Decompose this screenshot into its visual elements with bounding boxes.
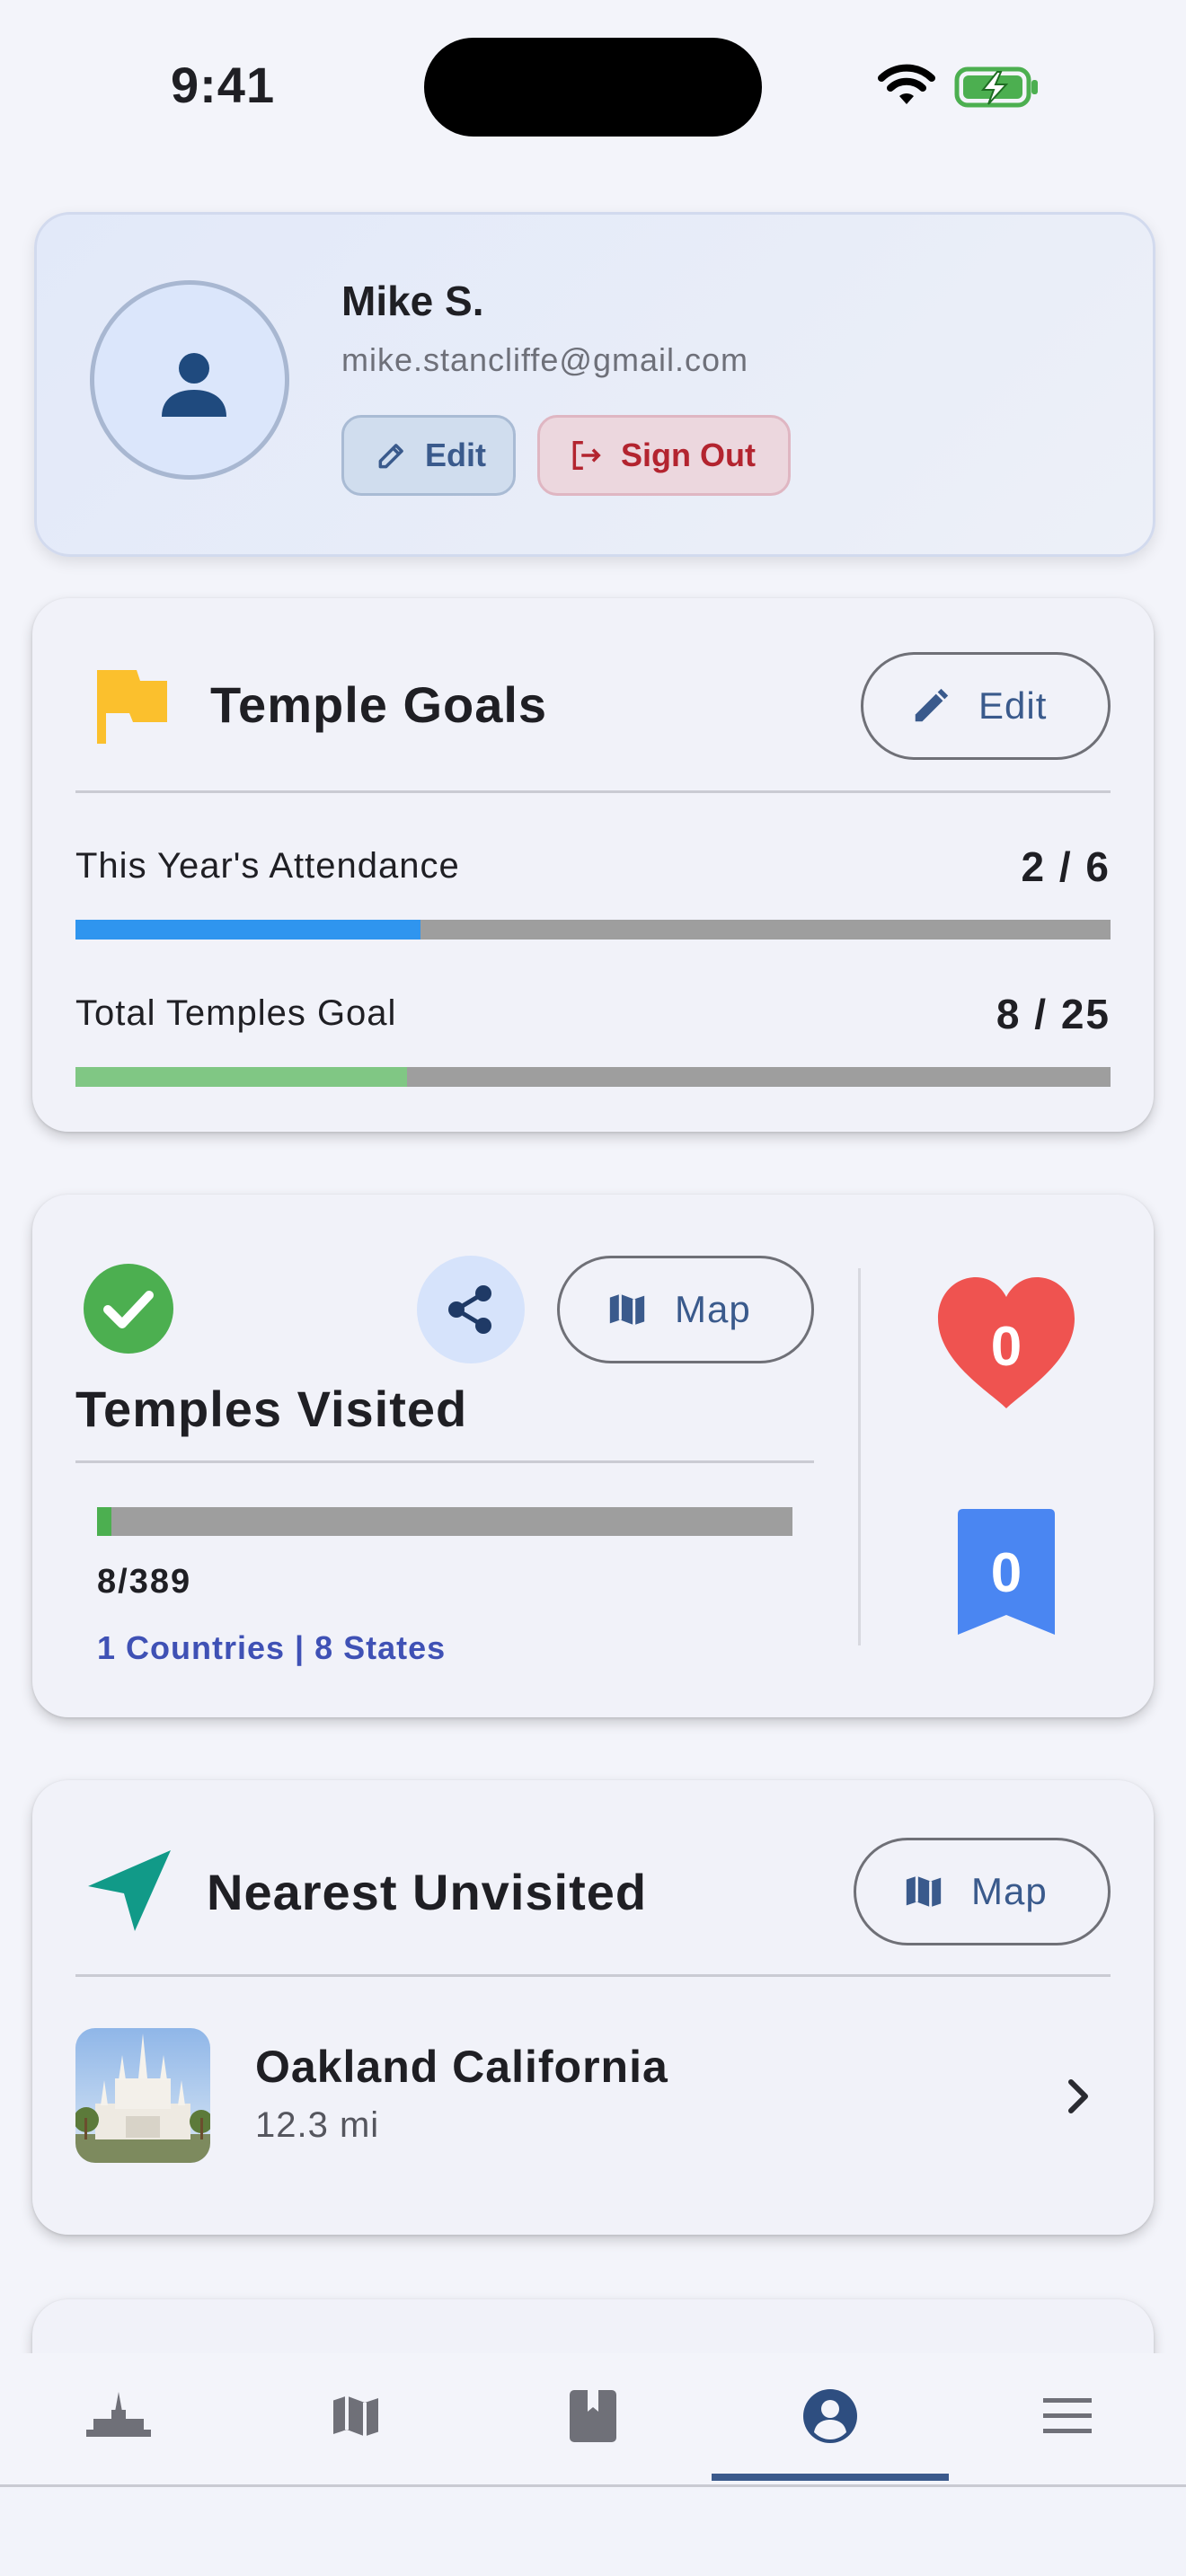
pencil-icon [378, 444, 403, 469]
visited-count: 8/389 [97, 1563, 192, 1601]
sign-out-label: Sign Out [621, 437, 756, 473]
battery-icon [954, 65, 1040, 114]
user-name: Mike S. [341, 278, 484, 324]
temple-goals-title: Temple Goals [210, 676, 548, 733]
nav-profile-tab[interactable] [712, 2371, 949, 2461]
journal-icon [570, 2390, 616, 2442]
share-button[interactable] [417, 1256, 525, 1363]
bookmark-icon[interactable]: 0 [958, 1509, 1055, 1635]
total-goal-value: 8 / 25 [996, 991, 1111, 1037]
edit-goals-button[interactable]: Edit [861, 652, 1111, 760]
total-goal-progress-fill [75, 1067, 407, 1087]
temple-thumbnail[interactable] [75, 2028, 210, 2163]
visited-progress-fill [97, 1507, 111, 1536]
attendance-progress-fill [75, 920, 420, 940]
avatar[interactable] [90, 280, 289, 480]
nearest-temple-name[interactable]: Oakland California [255, 2041, 668, 2093]
visited-map-label: Map [675, 1288, 751, 1330]
attendance-value: 2 / 6 [1021, 843, 1111, 890]
favorites-heart-icon[interactable]: 0 [936, 1275, 1076, 1410]
profile-icon [803, 2389, 857, 2443]
visited-progress-bar [97, 1507, 792, 1536]
user-email: mike.stancliffe@gmail.com [341, 341, 749, 378]
pencil-icon [915, 688, 949, 722]
sign-out-button[interactable]: Sign Out [537, 415, 791, 496]
map-icon [906, 1875, 942, 1908]
divider [75, 1974, 1111, 1977]
nearest-map-button[interactable]: Map [854, 1838, 1111, 1945]
attendance-label: This Year's Attendance [75, 846, 460, 886]
nearest-temple-distance: 12.3 mi [255, 2105, 380, 2145]
nearest-map-label: Map [971, 1870, 1048, 1912]
nav-map-tab[interactable] [237, 2371, 474, 2461]
nav-menu-tab[interactable] [949, 2371, 1186, 2461]
map-icon [609, 1293, 645, 1326]
visited-map-button[interactable]: Map [557, 1256, 814, 1363]
nav-temples-tab[interactable] [0, 2371, 237, 2461]
bookmarks-count: 0 [990, 1542, 1022, 1604]
share-icon [448, 1285, 491, 1334]
dynamic-island [424, 38, 762, 137]
nav-journal-tab[interactable] [474, 2371, 712, 2461]
divider [75, 790, 1111, 793]
chevron-right-icon[interactable] [1060, 2075, 1096, 2122]
home-indicator-area [0, 2487, 1186, 2576]
visited-locations-summary: 1 Countries | 8 States [97, 1629, 447, 1666]
edit-profile-button[interactable]: Edit [341, 415, 516, 496]
divider [75, 1460, 814, 1463]
edit-profile-label: Edit [425, 437, 486, 473]
total-goal-progress-bar [75, 1067, 1111, 1087]
edit-goals-label: Edit [978, 684, 1048, 727]
nav-active-indicator [712, 2474, 949, 2481]
total-goal-label: Total Temples Goal [75, 993, 397, 1033]
attendance-progress-bar [75, 920, 1111, 940]
person-icon [162, 353, 226, 417]
status-time: 9:41 [171, 57, 276, 113]
temples-visited-title: Temples Visited [75, 1381, 468, 1437]
vertical-divider [858, 1268, 861, 1645]
temples-icon [86, 2392, 151, 2437]
check-circle-icon [83, 1263, 174, 1359]
menu-icon [1043, 2398, 1092, 2433]
navigation-arrow-icon [84, 1847, 174, 1937]
nearest-unvisited-title: Nearest Unvisited [207, 1864, 648, 1920]
map-icon [333, 2395, 378, 2437]
flag-icon [93, 666, 169, 752]
wifi-icon [876, 63, 937, 112]
logout-icon [572, 441, 601, 470]
favorites-count: 0 [990, 1316, 1022, 1378]
